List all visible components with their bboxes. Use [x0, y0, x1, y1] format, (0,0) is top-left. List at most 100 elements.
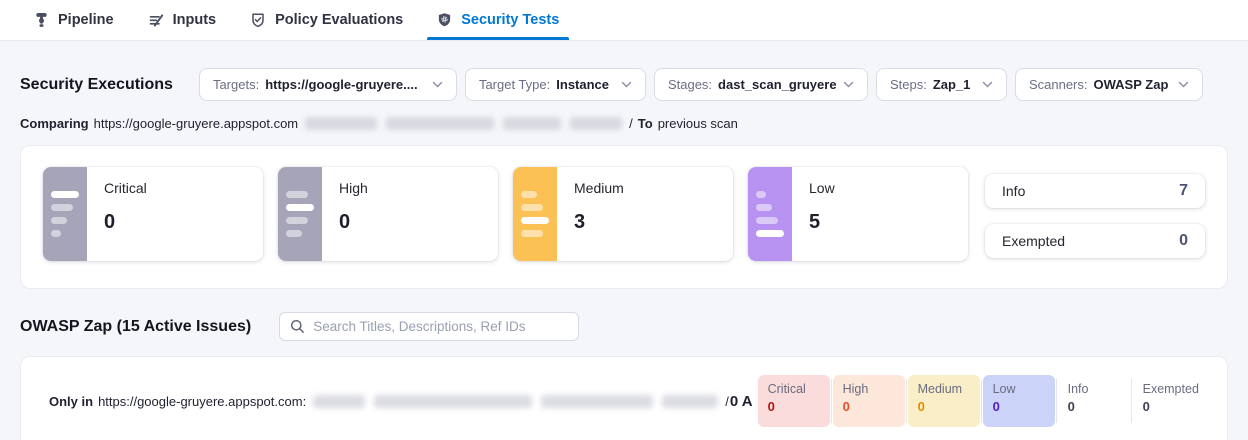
policy-evaluations-icon — [250, 12, 266, 28]
issue-group-card: Only in https://google-gruyere.appspot.c… — [20, 356, 1228, 440]
divider — [831, 379, 832, 423]
active-issue-count: 0 A — [730, 393, 753, 410]
high-card[interactable]: High 0 — [278, 167, 498, 261]
severity-label: Low — [809, 180, 835, 196]
dropdown-label: Targets: — [213, 77, 259, 92]
divider — [1056, 379, 1057, 423]
severity-meter-icon — [748, 167, 792, 261]
dropdown-label: Steps: — [890, 77, 927, 92]
tab-label: Inputs — [173, 12, 217, 28]
critical-card[interactable]: Critical 0 — [43, 167, 263, 261]
dropdown-label: Stages: — [668, 77, 712, 92]
redacted-text — [541, 395, 653, 408]
tab-inputs[interactable]: Inputs — [142, 0, 223, 40]
pill-label: Low — [993, 382, 1045, 396]
separator: / — [629, 116, 633, 131]
pill-value: 0 — [993, 399, 1045, 414]
pill-value: 0 — [768, 399, 820, 414]
severity-pills: Critical 0 High 0 Medium 0 Low 0 — [758, 375, 1205, 427]
search-input[interactable] — [313, 319, 568, 334]
chevron-down-icon — [432, 81, 443, 88]
redacted-text — [305, 117, 377, 130]
severity-count: 7 — [1179, 182, 1188, 200]
divider — [981, 379, 982, 423]
severity-meter-icon — [278, 167, 322, 261]
severity-meter-icon — [43, 167, 87, 261]
severity-count: 0 — [104, 211, 147, 234]
comparing-url: https://google-gruyere.appspot.com — [94, 116, 299, 131]
info-card[interactable]: Info 7 — [985, 174, 1205, 208]
severity-count: 0 — [1179, 232, 1188, 250]
critical-pill: Critical 0 — [758, 375, 830, 427]
security-tests-icon — [437, 12, 452, 28]
dropdown-value: Instance — [556, 77, 609, 92]
target-type-dropdown[interactable]: Target Type: Instance — [465, 68, 646, 101]
tab-label: Security Tests — [461, 12, 559, 28]
pill-value: 0 — [918, 399, 970, 414]
chevron-down-icon — [1178, 81, 1189, 88]
pill-label: Exempted — [1143, 382, 1195, 396]
page-title: Security Executions — [20, 76, 173, 94]
medium-card[interactable]: Medium 3 — [513, 167, 733, 261]
redacted-text — [386, 117, 494, 130]
high-pill: High 0 — [833, 375, 905, 427]
divider — [1131, 379, 1132, 423]
chevron-down-icon — [621, 81, 632, 88]
separator: / — [725, 394, 729, 409]
low-pill: Low 0 — [983, 375, 1055, 427]
chevron-down-icon — [843, 81, 854, 88]
tab-security-tests[interactable]: Security Tests — [431, 0, 565, 40]
main-content: Security Executions Targets: https://goo… — [0, 68, 1248, 440]
pill-value: 0 — [1068, 399, 1120, 414]
comparing-label: Comparing — [20, 116, 89, 131]
chevron-down-icon — [982, 81, 993, 88]
tab-policy-evaluations[interactable]: Policy Evaluations — [244, 0, 409, 40]
issue-group-row[interactable]: Only in https://google-gruyere.appspot.c… — [49, 375, 1227, 427]
severity-label: Exempted — [1002, 233, 1065, 249]
dropdown-value: https://google-gruyere.... — [265, 77, 417, 92]
severity-count: 5 — [809, 211, 835, 234]
divider — [906, 379, 907, 423]
pill-label: High — [843, 382, 895, 396]
severity-meter-icon — [513, 167, 557, 261]
severity-label: Critical — [104, 180, 147, 196]
severity-label: Medium — [574, 180, 624, 196]
severity-summary-card: Critical 0 High 0 Medium 3 Low 5 — [20, 145, 1228, 289]
top-nav: Pipeline Inputs Policy Evaluations — [0, 0, 1248, 41]
search-icon — [290, 319, 305, 334]
issue-url: https://google-gruyere.appspot.com: — [98, 394, 306, 409]
pill-label: Medium — [918, 382, 970, 396]
tab-pipeline[interactable]: Pipeline — [28, 0, 120, 40]
low-card[interactable]: Low 5 — [748, 167, 968, 261]
steps-dropdown[interactable]: Steps: Zap_1 — [876, 68, 1007, 101]
issues-search[interactable] — [279, 312, 579, 341]
pill-value: 0 — [843, 399, 895, 414]
pipeline-icon — [34, 12, 49, 28]
exempted-card[interactable]: Exempted 0 — [985, 224, 1205, 258]
redacted-text — [374, 395, 532, 408]
dropdown-value: Zap_1 — [933, 77, 971, 92]
dropdown-label: Scanners: — [1029, 77, 1088, 92]
issues-section-title: OWASP Zap (15 Active Issues) — [20, 318, 251, 336]
exempted-pill: Exempted 0 — [1133, 375, 1205, 427]
to-value[interactable]: previous scan — [658, 116, 738, 131]
tab-label: Pipeline — [58, 12, 114, 28]
pill-value: 0 — [1143, 399, 1195, 414]
to-label: To — [638, 116, 653, 131]
targets-dropdown[interactable]: Targets: https://google-gruyere.... — [199, 68, 457, 101]
severity-count: 3 — [574, 211, 624, 234]
pill-label: Info — [1068, 382, 1120, 396]
info-pill: Info 0 — [1058, 375, 1130, 427]
severity-label: Info — [1002, 183, 1025, 199]
scanners-dropdown[interactable]: Scanners: OWASP Zap — [1015, 68, 1203, 101]
severity-label: High — [339, 180, 368, 196]
redacted-text — [662, 395, 718, 408]
redacted-text — [503, 117, 561, 130]
comparing-row: Comparing https://google-gruyere.appspot… — [20, 116, 1228, 131]
stages-dropdown[interactable]: Stages: dast_scan_gruyere — [654, 68, 868, 101]
dropdown-value: OWASP Zap — [1094, 77, 1169, 92]
info-exempted-column: Info 7 Exempted 0 — [985, 167, 1205, 267]
medium-pill: Medium 0 — [908, 375, 980, 427]
dropdown-label: Target Type: — [479, 77, 550, 92]
issues-section-header: OWASP Zap (15 Active Issues) — [20, 312, 1228, 341]
